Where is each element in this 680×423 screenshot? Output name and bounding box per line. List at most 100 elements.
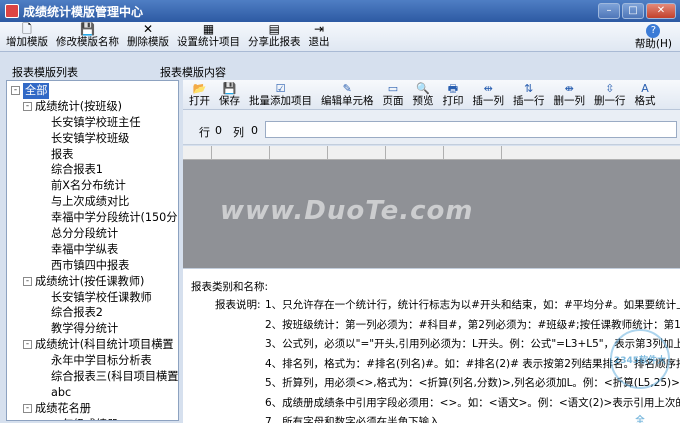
- report-toolbar-button[interactable]: A 格式: [635, 82, 656, 109]
- report-toolbar-button[interactable]: 🔍 预览: [413, 82, 434, 109]
- report-toolbar-button[interactable]: ☑ 批量添加项目: [249, 82, 312, 109]
- batch-add-icon: ☑: [275, 82, 286, 95]
- grid-header-cell[interactable]: [183, 146, 212, 160]
- collapse-icon[interactable]: -: [23, 403, 32, 413]
- toolbar-button[interactable]: 🗋 增加模版: [6, 22, 48, 51]
- share-icon: ▤: [268, 22, 280, 36]
- tree-leaf[interactable]: 综合报表2: [7, 305, 178, 321]
- report-toolbar-label: 预览: [412, 95, 434, 107]
- tree-label: 成绩花名册: [35, 401, 91, 415]
- tree-label: 综合报表1: [51, 163, 103, 177]
- window-title: 成绩统计模版管理中心: [23, 4, 144, 19]
- tree-leaf[interactable]: 前X名分布统计: [7, 178, 178, 194]
- maximize-button[interactable]: □: [622, 3, 644, 19]
- close-button[interactable]: ✕: [646, 3, 676, 19]
- toolbar-button-label: 增加模版: [6, 36, 48, 48]
- tree-label: 综合报表2: [51, 306, 103, 320]
- tree-label: 幸福中学纵表: [51, 242, 119, 256]
- tree-leaf[interactable]: 长安镇学校任课教师: [7, 290, 178, 306]
- collapse-icon[interactable]: -: [23, 276, 32, 286]
- preview-icon: 🔍: [416, 82, 430, 95]
- tree-leaf[interactable]: 长安镇学校班主任: [7, 115, 178, 131]
- report-toolbar-button[interactable]: 🖶 打印: [443, 82, 464, 109]
- toolbar-button[interactable]: 💾 修改模版名称: [56, 22, 119, 51]
- edit-cell-icon: ✎: [342, 82, 352, 95]
- report-toolbar-button[interactable]: 📂 打开: [189, 82, 210, 109]
- toolbar-button[interactable]: ✕ 删除模版: [127, 22, 169, 51]
- toolbar-button[interactable]: ▤ 分享此报表: [248, 22, 301, 51]
- tree-node[interactable]: - 成绩统计(按班级): [7, 99, 178, 115]
- description-label: 报表说明:: [215, 299, 261, 311]
- help-button[interactable]: ? 帮助(H): [635, 24, 672, 51]
- collapse-icon[interactable]: -: [11, 86, 20, 95]
- row-label: 行: [199, 126, 210, 139]
- save-icon: 💾: [80, 22, 95, 36]
- tree-label: 全部: [23, 83, 50, 99]
- report-toolbar-button[interactable]: ▭ 页面: [383, 82, 404, 109]
- template-content-header: 报表模版内容: [160, 66, 226, 79]
- grid-header-cell[interactable]: [386, 146, 444, 160]
- grid-header-cell[interactable]: [212, 146, 270, 160]
- tree-label: abc: [51, 385, 72, 399]
- formula-input[interactable]: [265, 121, 677, 138]
- help-label: 帮助(H): [634, 38, 672, 50]
- title-bar: 成绩统计模版管理中心 – □ ✕: [0, 0, 680, 22]
- report-description: 报表类别和名称: 报表说明: 1、只允许存在一个统计行，统计行标志为以#开头和结…: [183, 268, 680, 423]
- tree-leaf[interactable]: 幸福中学分段统计(150分: [7, 210, 178, 226]
- report-toolbar-button[interactable]: ⇳ 删一行: [594, 82, 626, 109]
- tree-leaf[interactable]: 长安镇学校班级: [7, 131, 178, 147]
- tree-node[interactable]: - 全部: [7, 83, 178, 99]
- tree-leaf[interactable]: 一年级成绩册: [7, 417, 178, 420]
- report-toolbar-label: 打开: [189, 95, 210, 107]
- tree-node[interactable]: - 成绩花名册: [7, 401, 178, 417]
- report-toolbar-button[interactable]: ⇅ 插一行: [513, 82, 545, 109]
- tree-leaf[interactable]: 综合报表1: [7, 162, 178, 178]
- report-toolbar-label: 页面: [382, 95, 404, 107]
- tree-leaf[interactable]: 永年中学目标分析表: [7, 353, 178, 369]
- report-toolbar-label: 删一列: [553, 95, 586, 107]
- tree-leaf[interactable]: 总分分段统计: [7, 226, 178, 242]
- tree-node[interactable]: - 成绩统计(按任课教师): [7, 274, 178, 290]
- toolbar-button[interactable]: ⇥ 退出: [309, 22, 330, 51]
- collapse-icon[interactable]: -: [23, 340, 32, 350]
- toolbar-button[interactable]: ▦ 设置统计项目: [177, 22, 240, 51]
- tree-leaf[interactable]: 报表: [7, 147, 178, 163]
- tree-label: 成绩统计(按任课教师): [35, 274, 145, 288]
- minimize-button[interactable]: –: [598, 3, 620, 19]
- column-value: 0: [251, 124, 258, 137]
- report-toolbar-button[interactable]: 💾 保存: [219, 82, 240, 109]
- grid-header-row: [183, 146, 680, 160]
- description-line: 2、按班级统计：第一列必须为：#科目#，第2列必须为：#班级#;按任课教师统计：…: [265, 318, 680, 331]
- collapse-icon[interactable]: -: [23, 101, 32, 111]
- tree-leaf[interactable]: 幸福中学纵表: [7, 242, 178, 258]
- description-line: 1、只允许存在一个统计行，统计行标志为以#开头和结束，如：#平均分#。如果要统计…: [265, 299, 680, 311]
- insert-row-icon: ⇅: [524, 82, 534, 95]
- main-toolbar: 🗋 增加模版 💾 修改模版名称 ✕ 删除模版 ▦ 设置统计项目 ▤ 分享此报表 ⇥ 退出 ? 帮助(H…: [0, 22, 680, 52]
- report-toolbar-button[interactable]: ⇹ 插一列: [473, 82, 505, 109]
- insert-column-icon: ⇹: [483, 82, 493, 95]
- tree-leaf[interactable]: 西市镇四中报表: [7, 258, 178, 274]
- template-tree[interactable]: - 全部 - 成绩统计(按班级) 长安镇学校班主任 长安镇学校班级 报表 综合报表1 前X名分布…: [6, 80, 179, 421]
- grid-header-cell[interactable]: [270, 146, 328, 160]
- tree-leaf[interactable]: 综合报表三(科目项目横置: [7, 369, 178, 385]
- row-value: 0: [215, 124, 222, 137]
- tree-leaf[interactable]: abc: [7, 385, 178, 401]
- report-toolbar-label: 批量添加项目: [249, 95, 312, 107]
- delete-icon: ✕: [142, 22, 154, 36]
- help-icon: ?: [646, 24, 661, 38]
- tree-label: 西市镇四中报表: [51, 258, 130, 272]
- app-icon: [5, 4, 19, 18]
- tree-node[interactable]: - 成绩统计(科目统计项目横置: [7, 337, 178, 353]
- grid-header-cell[interactable]: [444, 146, 502, 160]
- template-list-header: 报表模版列表: [12, 66, 78, 79]
- print-icon: 🖶: [447, 82, 459, 95]
- report-toolbar-button[interactable]: ✎ 编辑单元格: [321, 82, 374, 109]
- tree-leaf[interactable]: 教学得分统计: [7, 321, 178, 337]
- tree-label: 成绩统计(科目统计项目横置: [35, 338, 174, 352]
- report-toolbar-button[interactable]: ⇼ 删一列: [554, 82, 586, 109]
- tree-label: 前X名分布统计: [51, 179, 126, 193]
- tree-label: 教学得分统计: [51, 322, 119, 336]
- tree-leaf[interactable]: 与上次成绩对比: [7, 194, 178, 210]
- grid-header-cell[interactable]: [328, 146, 386, 160]
- tree-label: 长安镇学校班主任: [51, 115, 141, 129]
